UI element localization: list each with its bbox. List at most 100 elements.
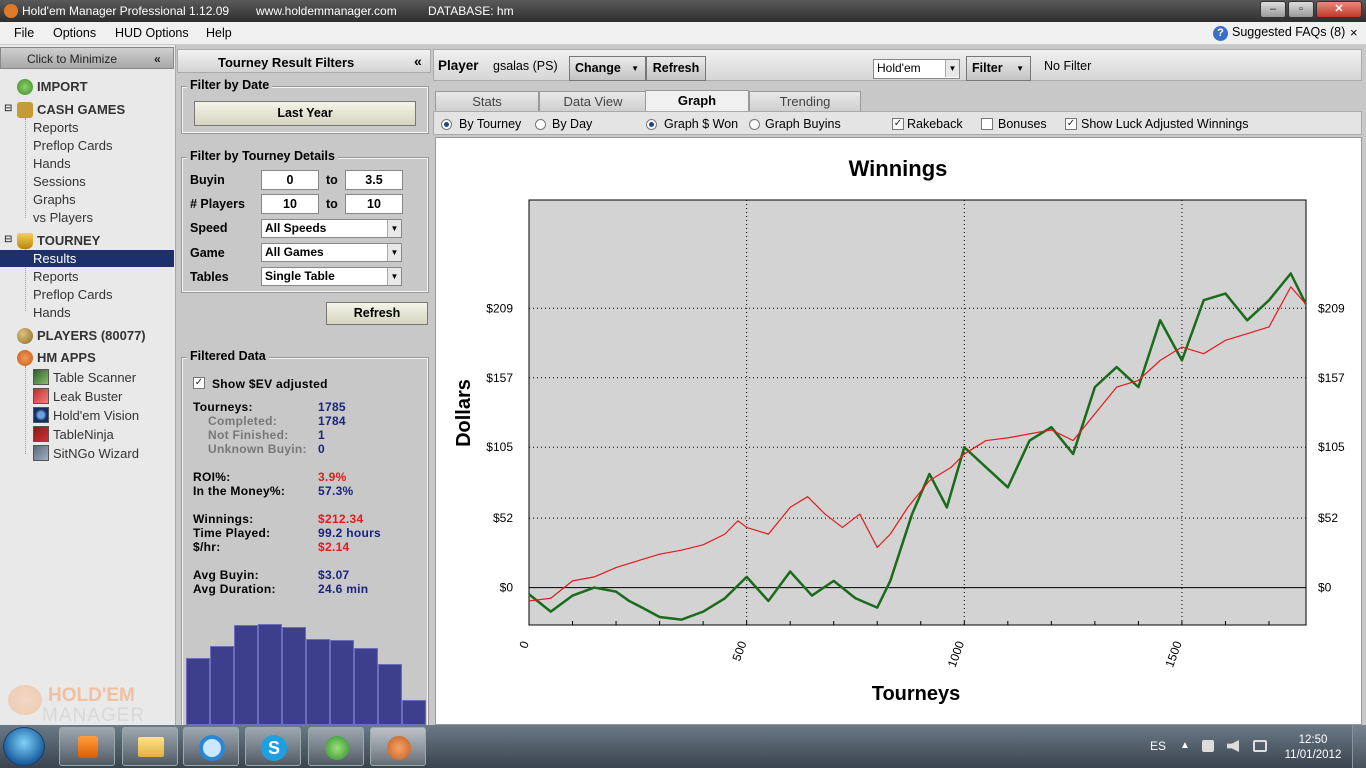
close-faq-button[interactable]: ×: [1350, 25, 1358, 40]
tray-expand-icon[interactable]: ▲: [1180, 740, 1190, 751]
show-desktop-button[interactable]: [1352, 725, 1366, 768]
nav-hm-apps[interactable]: HM APPS: [37, 350, 96, 365]
menu-help[interactable]: Help: [206, 26, 232, 40]
nav-app-holdem-vision[interactable]: Hold'em Vision: [53, 408, 139, 423]
tab-data-view[interactable]: Data View: [539, 91, 647, 111]
minimize-window-button[interactable]: –: [1260, 1, 1286, 18]
nav-cash-graphs[interactable]: Graphs: [33, 192, 76, 207]
nav-tourney-reports[interactable]: Reports: [33, 269, 79, 284]
nav-app-table-scanner[interactable]: Table Scanner: [53, 370, 136, 385]
menu-hud-options[interactable]: HUD Options: [115, 26, 189, 40]
nav-cash-reports[interactable]: Reports: [33, 120, 79, 135]
graph-buyins-radio[interactable]: [749, 119, 760, 130]
per-hour-value: $2.14: [318, 540, 350, 554]
network-icon[interactable]: [1202, 740, 1214, 752]
nav-app-sitngo-wizard[interactable]: SitNGo Wizard: [53, 446, 139, 461]
tables-select[interactable]: Single Table ▼: [261, 267, 402, 286]
filter-button[interactable]: Filter ▼: [966, 56, 1031, 81]
nav-tourney-hands[interactable]: Hands: [33, 305, 71, 320]
speed-select[interactable]: All Speeds ▼: [261, 219, 402, 238]
tree-line: [25, 366, 26, 454]
suggested-faqs-link[interactable]: ? Suggested FAQs (8): [1213, 25, 1345, 41]
game-select[interactable]: All Games ▼: [261, 243, 402, 262]
tab-trending[interactable]: Trending: [749, 91, 861, 111]
y-tick-label-left: $0: [500, 581, 514, 595]
graph-won-radio[interactable]: [646, 119, 657, 130]
histogram-bar: [258, 624, 282, 725]
clock-time: 12:50: [1298, 734, 1328, 746]
buyin-to-input[interactable]: 3.5: [345, 170, 403, 190]
roi-value: 3.9%: [318, 470, 347, 484]
nav-app-leak-buster[interactable]: Leak Buster: [53, 389, 122, 404]
game-value: All Games: [265, 245, 324, 259]
nav-tourney-results-selected[interactable]: Results: [0, 250, 174, 267]
buyin-from-input[interactable]: 0: [261, 170, 319, 190]
avg-buyin-label: Avg Buyin:: [193, 568, 259, 582]
change-player-button[interactable]: Change ▼: [569, 56, 646, 81]
per-hour-label: $/hr:: [193, 540, 221, 554]
players-from-input[interactable]: 10: [261, 194, 319, 214]
luck-adjusted-checkbox[interactable]: ✓: [1065, 118, 1077, 130]
game-type-select[interactable]: Hold'em ▼: [873, 59, 960, 79]
chevron-down-icon: ▼: [387, 244, 401, 261]
histogram-bar: [210, 646, 234, 725]
time-played-label: Time Played:: [193, 526, 271, 540]
nav-tourney[interactable]: TOURNEY: [37, 233, 100, 248]
refresh-player-button[interactable]: Refresh: [646, 56, 706, 81]
tab-stats[interactable]: Stats: [435, 91, 539, 111]
nav-import[interactable]: IMPORT: [37, 79, 88, 94]
collapse-filters-button[interactable]: «: [414, 53, 422, 69]
itm-value: 57.3%: [318, 484, 354, 498]
hm-apps-icon: [17, 350, 33, 366]
x-axis-label: Tourneys: [872, 683, 961, 705]
collapse-tourney-icon[interactable]: ⊟: [4, 234, 12, 245]
battery-icon[interactable]: [1253, 740, 1267, 752]
nav-players[interactable]: PLAYERS (80077): [37, 328, 146, 343]
players-to-input[interactable]: 10: [345, 194, 403, 214]
graph-won-label: Graph $ Won: [664, 117, 739, 131]
show-sev-checkbox[interactable]: ✓: [193, 377, 205, 389]
nav-cash-vs-players[interactable]: vs Players: [33, 210, 93, 225]
language-indicator[interactable]: ES: [1150, 739, 1166, 753]
volume-icon[interactable]: [1227, 740, 1239, 752]
histogram-bar: [354, 648, 378, 725]
minimize-panel-button[interactable]: Click to Minimize «: [0, 47, 174, 69]
nav-cash-games[interactable]: CASH GAMES: [37, 102, 125, 117]
taskbar-skype[interactable]: S: [245, 727, 301, 766]
nav-app-tableninja[interactable]: TableNinja: [53, 427, 114, 442]
graph-buyins-label: Graph Buyins: [765, 117, 841, 131]
nav-cash-preflop-cards[interactable]: Preflop Cards: [33, 138, 112, 153]
last-year-button[interactable]: Last Year: [194, 101, 416, 126]
nav-cash-sessions[interactable]: Sessions: [33, 174, 86, 189]
filter-label: Filter: [972, 61, 1003, 75]
start-button[interactable]: [3, 727, 45, 766]
menu-file[interactable]: File: [14, 26, 34, 40]
by-tourney-radio[interactable]: [441, 119, 452, 130]
chevron-down-icon: ▼: [387, 268, 401, 285]
taskbar-media-player[interactable]: [59, 727, 115, 766]
roi-label: ROI%:: [193, 470, 231, 484]
nav-cash-hands[interactable]: Hands: [33, 156, 71, 171]
clock[interactable]: 12:50 11/01/2012: [1283, 733, 1343, 763]
plot-area: [528, 199, 1307, 626]
rakeback-checkbox[interactable]: ✓: [892, 118, 904, 130]
tab-graph[interactable]: Graph: [645, 90, 749, 112]
close-window-button[interactable]: ✕: [1316, 1, 1362, 18]
maximize-window-button[interactable]: ▫: [1288, 1, 1314, 18]
menu-options[interactable]: Options: [53, 26, 96, 40]
by-day-radio[interactable]: [535, 119, 546, 130]
nav-tourney-preflop-cards[interactable]: Preflop Cards: [33, 287, 112, 302]
bonuses-checkbox[interactable]: [981, 118, 993, 130]
taskbar-internet-explorer[interactable]: [183, 727, 239, 766]
refresh-filters-button[interactable]: Refresh: [326, 302, 428, 325]
taskbar-explorer[interactable]: [122, 727, 178, 766]
buyin-label: Buyin: [190, 173, 225, 187]
tables-value: Single Table: [265, 269, 335, 283]
logo-text-top: HOLD'EM: [48, 685, 135, 706]
taskbar-holdem-manager[interactable]: [370, 727, 426, 766]
y-tick-label-right: $209: [1318, 301, 1345, 315]
taskbar-messenger[interactable]: [308, 727, 364, 766]
speed-value: All Speeds: [265, 221, 327, 235]
by-tourney-label: By Tourney: [459, 117, 522, 131]
collapse-cash-icon[interactable]: ⊟: [4, 103, 12, 114]
